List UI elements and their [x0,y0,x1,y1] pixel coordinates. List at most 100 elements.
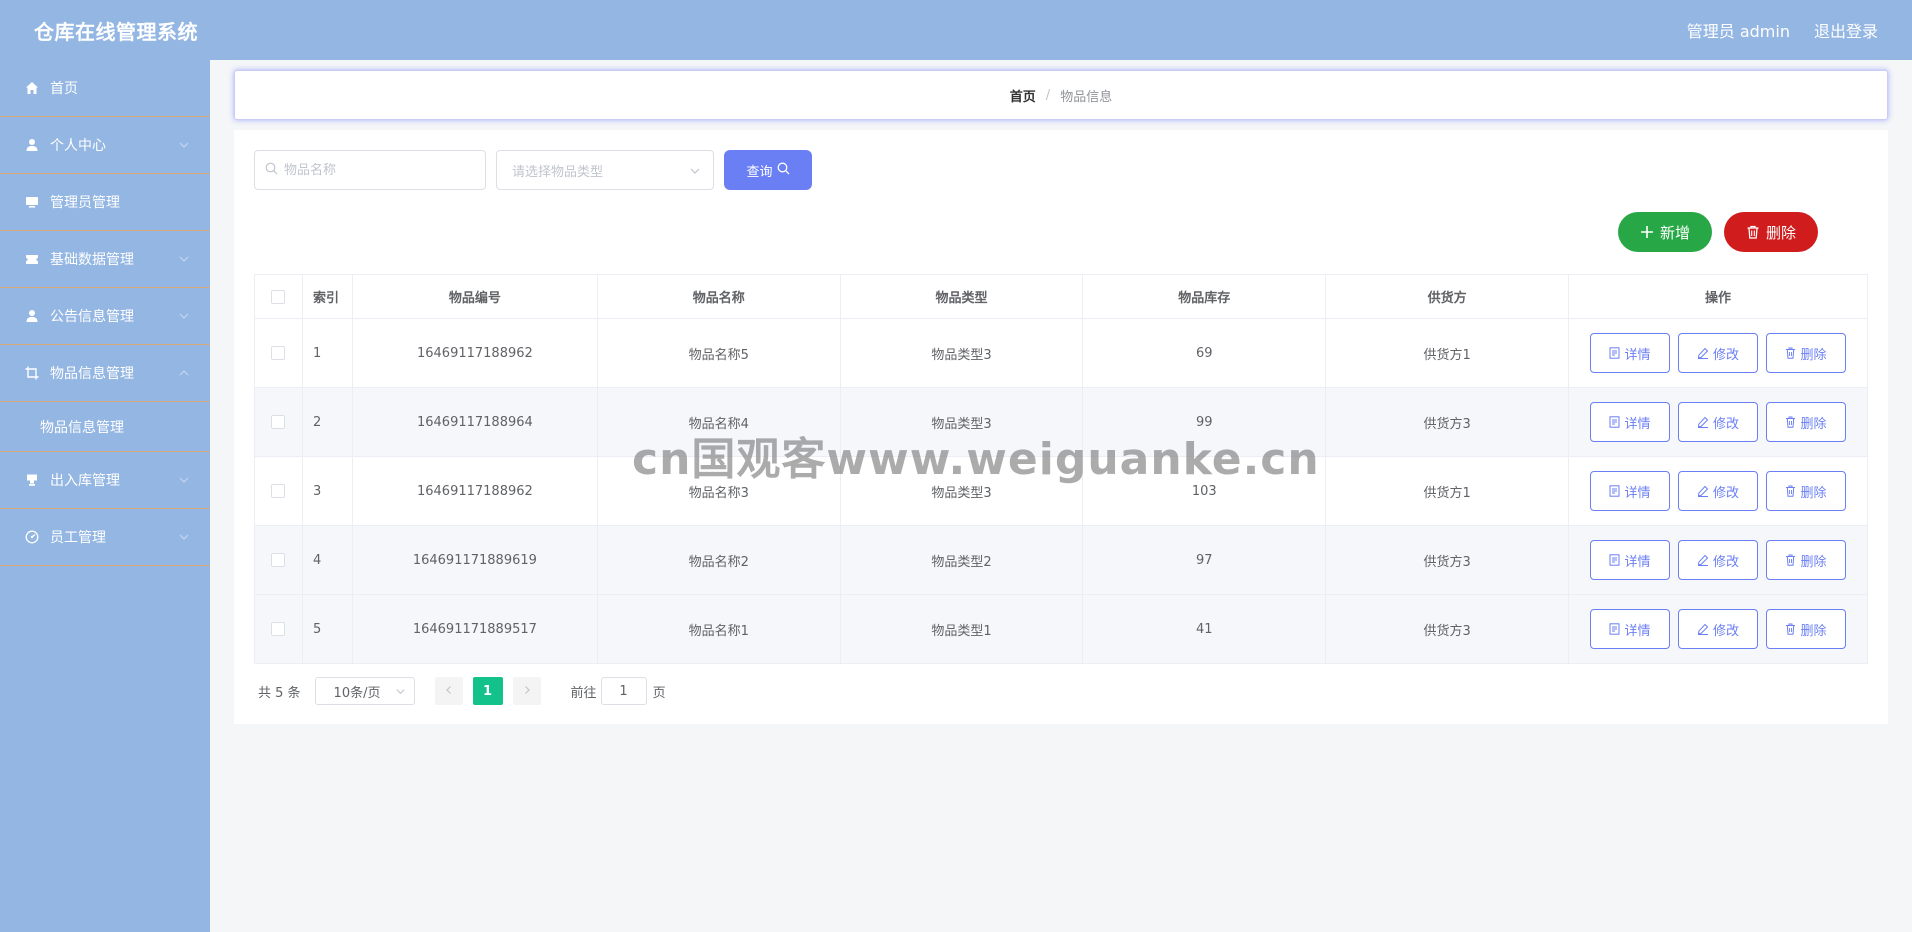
trash-icon [1785,623,1796,635]
sidebar-item-label: 首页 [50,81,78,97]
delete-button[interactable]: 删除 [1765,471,1846,511]
user-icon [24,137,40,153]
chevron-down-icon [178,310,190,322]
row-checkbox[interactable] [271,346,286,360]
sidebar-subitem-goods-info[interactable]: 物品信息管理 [0,402,210,452]
edit-label: 修改 [1712,416,1739,432]
goods-name: 物品名称2 [596,525,841,595]
delete-label: 删除 [1800,623,1827,639]
sidebar-item-staff-management[interactable]: 员工管理 [0,509,210,566]
goods-table: 索引 物品编号 物品名称 物品类型 物品库存 供货方 操作 1 16469117… [254,274,1869,664]
goods-code: 16469117188964 [351,387,598,457]
sidebar-item-basic-data[interactable]: 基础数据管理 [0,231,210,288]
select-all-cell [254,274,303,319]
row-checkbox[interactable] [271,553,286,567]
delete-label: 删除 [1800,485,1827,501]
goods-type-placeholder: 请选择物品类型 [512,164,604,180]
detail-button[interactable]: 详情 [1589,333,1670,373]
row-select-cell [254,594,303,664]
pencil-icon [1697,485,1709,497]
edit-label: 修改 [1712,554,1739,570]
sidebar-item-stock-io[interactable]: 出入库管理 [0,452,210,509]
sidebar-item-label: 公告信息管理 [50,309,134,325]
goods-stock: 97 [1082,525,1327,595]
goods-name-input[interactable] [284,162,474,178]
goto-label: 前往 [570,685,597,701]
goods-type-select[interactable]: 请选择物品类型 [496,150,714,190]
next-page-button[interactable] [512,677,541,705]
delete-button[interactable]: 删除 [1765,609,1846,649]
edit-button[interactable]: 修改 [1677,471,1758,511]
sidebar-item-notice-management[interactable]: 公告信息管理 [0,288,210,345]
row-checkbox[interactable] [271,484,286,498]
detail-button[interactable]: 详情 [1589,540,1670,580]
goto-page-input[interactable] [600,677,647,705]
pencil-icon [1697,347,1709,359]
column-header: 物品编号 [351,274,598,319]
goods-type: 物品类型1 [839,594,1084,664]
goods-stock: 99 [1082,387,1327,457]
goods-name-search[interactable] [254,150,486,190]
goods-stock: 103 [1082,456,1327,526]
trash-icon [1746,225,1760,239]
trash-icon [1785,485,1796,497]
prev-page-button[interactable] [434,677,463,705]
delete-button[interactable]: 删除 [1765,402,1846,442]
search-icon [265,162,278,179]
detail-button[interactable]: 详情 [1589,609,1670,649]
page-size-select[interactable]: 10条/页 [314,677,415,705]
row-select-cell [254,318,303,388]
chevron-down-icon [178,139,190,151]
delete-button[interactable]: 删除 [1765,333,1846,373]
select-all-checkbox[interactable] [271,289,286,304]
document-icon [1609,554,1620,566]
detail-label: 详情 [1624,347,1651,363]
breadcrumb-home[interactable]: 首页 [1010,86,1036,105]
pagination-total: 共 5 条 [258,685,301,701]
detail-label: 详情 [1624,623,1651,639]
odometer-icon [24,529,40,545]
detail-button[interactable]: 详情 [1589,402,1670,442]
table-row: 5 164691171889517 物品名称1 物品类型1 41 供货方3 详情… [254,594,1869,664]
document-icon [1609,485,1620,497]
chevron-down-icon [178,253,190,265]
detail-label: 详情 [1624,416,1651,432]
row-checkbox[interactable] [271,415,286,429]
pagination: 共 5 条 10条/页 1 前往 页 [258,677,666,705]
sidebar-item-home[interactable]: 首页 [0,60,210,117]
delete-button[interactable]: 删除 [1765,540,1846,580]
edit-button[interactable]: 修改 [1677,609,1758,649]
sidebar-item-personal-center[interactable]: 个人中心 [0,117,210,174]
page-number-current[interactable]: 1 [472,677,503,705]
goods-code: 164691171889517 [351,594,598,664]
user-icon [24,308,40,324]
goods-type: 物品类型3 [839,456,1084,526]
detail-label: 详情 [1624,554,1651,570]
page-unit-label: 页 [652,685,666,701]
table-row: 3 16469117188962 物品名称3 物品类型3 103 供货方1 详情… [254,456,1869,526]
detail-button[interactable]: 详情 [1589,471,1670,511]
sidebar-item-admin-management[interactable]: 管理员管理 [0,174,210,231]
logout-link[interactable]: 退出登录 [1814,18,1878,42]
row-checkbox[interactable] [271,622,286,636]
add-button[interactable]: 新增 [1618,212,1712,252]
edit-button[interactable]: 修改 [1677,540,1758,580]
chevron-down-icon [689,165,701,181]
column-header: 操作 [1567,274,1869,319]
current-user-label[interactable]: 管理员 admin [1687,18,1790,42]
sidebar-item-goods-management[interactable]: 物品信息管理 [0,345,210,402]
column-header: 物品类型 [839,274,1084,319]
edit-label: 修改 [1712,485,1739,501]
trash-icon [1785,416,1796,428]
edit-button[interactable]: 修改 [1677,402,1758,442]
document-icon [1609,416,1620,428]
edit-button[interactable]: 修改 [1677,333,1758,373]
home-icon [24,80,40,96]
row-actions: 详情 修改 删除 [1567,456,1869,526]
query-button[interactable]: 查询 [724,150,812,190]
chevron-down-icon [178,474,190,486]
cup-icon [24,472,40,488]
batch-delete-button[interactable]: 删除 [1724,212,1818,252]
page-size-value: 10条/页 [333,685,381,701]
row-index: 5 [301,594,353,664]
